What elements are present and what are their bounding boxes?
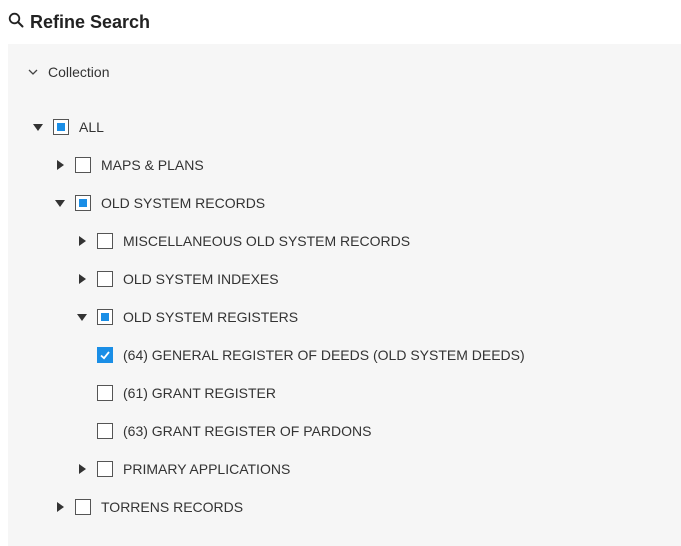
checkbox-unchecked[interactable] [75,499,91,515]
tree-item-label: (63) GRANT REGISTER OF PARDONS [123,423,372,439]
caret-right-icon[interactable] [75,234,89,248]
collection-section-toggle[interactable]: Collection [8,56,109,88]
checkbox-partial[interactable] [75,195,91,211]
tree-row: OLD SYSTEM INDEXES [75,260,279,298]
caret-right-icon[interactable] [53,500,67,514]
tree-row: TORRENS RECORDS [53,488,243,526]
tree-item-label: OLD SYSTEM RECORDS [101,195,266,211]
tree-item-label: MISCELLANEOUS OLD SYSTEM RECORDS [123,233,411,249]
tree-row: MAPS & PLANS [53,146,204,184]
chevron-down-icon [28,63,38,81]
tree-row: OLD SYSTEM RECORDS [53,184,265,222]
checkbox-unchecked[interactable] [97,233,113,249]
tree-item-label: (61) GRANT REGISTER [123,385,276,401]
caret-down-icon[interactable] [31,120,45,134]
tree-item-label: OLD SYSTEM INDEXES [123,271,279,287]
tree-row: ALL [31,108,104,146]
caret-right-icon[interactable] [53,158,67,172]
checkbox-unchecked[interactable] [97,385,113,401]
collection-section-label: Collection [48,64,110,80]
checkbox-partial[interactable] [97,309,113,325]
caret-right-icon[interactable] [75,462,89,476]
caret-down-icon[interactable] [75,310,89,324]
partial-fill [57,123,65,131]
refine-search-header: Refine Search [8,8,150,36]
tree-row: (64) GENERAL REGISTER OF DEEDS (OLD SYST… [97,336,525,374]
partial-fill [79,199,87,207]
tree-item-label: PRIMARY APPLICATIONS [123,461,291,477]
tree-item-label: ALL [79,119,104,135]
tree-item-label: OLD SYSTEM REGISTERS [123,309,299,325]
checkbox-partial[interactable] [53,119,69,135]
partial-fill [101,313,109,321]
checkbox-unchecked[interactable] [75,157,91,173]
caret-right-icon[interactable] [75,272,89,286]
checkbox-unchecked[interactable] [97,423,113,439]
tree-row: MISCELLANEOUS OLD SYSTEM RECORDS [75,222,410,260]
search-icon [8,12,24,33]
caret-down-icon[interactable] [53,196,67,210]
tree-row: PRIMARY APPLICATIONS [75,450,290,488]
tree-item-label: TORRENS RECORDS [101,499,244,515]
tree-row: (61) GRANT REGISTER [97,374,276,412]
checkbox-unchecked[interactable] [97,271,113,287]
collection-panel: Collection ALL MAPS & PLANS OLD SYSTEM REC… [8,44,681,546]
tree-item-label: (64) GENERAL REGISTER OF DEEDS (OLD SYST… [123,347,525,363]
checkbox-unchecked[interactable] [97,461,113,477]
tree-item-label: MAPS & PLANS [101,157,204,173]
refine-search-title: Refine Search [30,11,151,32]
checkbox-checked[interactable] [97,347,113,363]
tree-row: (63) GRANT REGISTER OF PARDONS [97,412,371,450]
checkmark-icon [100,351,110,360]
tree-row: OLD SYSTEM REGISTERS [75,298,298,336]
